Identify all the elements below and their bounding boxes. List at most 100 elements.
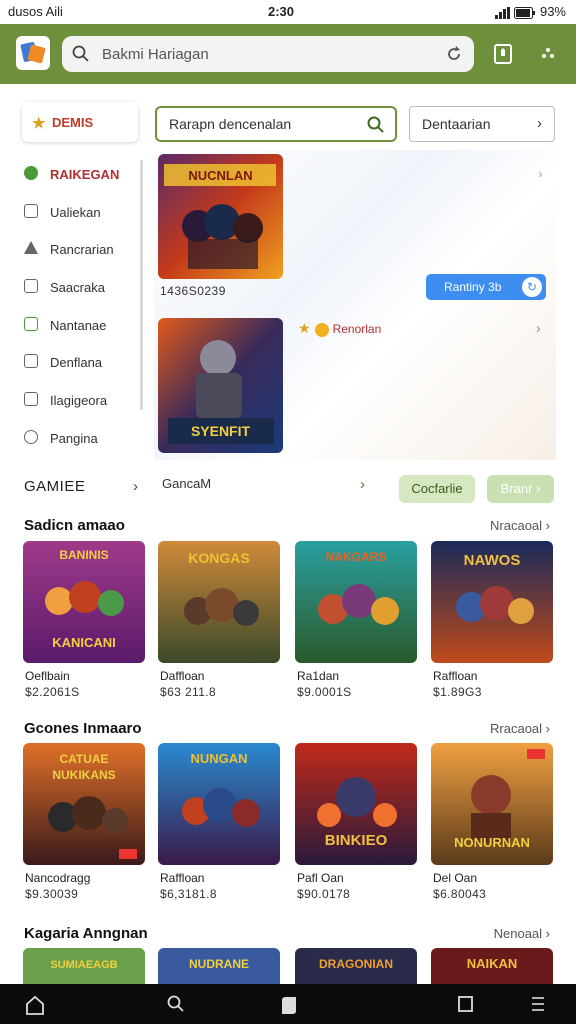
filter-search-field[interactable]: Rarapn dencenalan <box>155 106 397 142</box>
featured-action-label: Rantiny 3b <box>444 280 502 294</box>
filter-search-text: Rarapn dencenalan <box>169 116 292 132</box>
sidebar-item-ilagigeora[interactable]: Ilagigeora <box>14 382 142 420</box>
sidebar-header-label: DEMIS <box>52 115 94 130</box>
square-icon <box>24 392 38 407</box>
sidebar-header[interactable]: ★ DEMIS <box>22 102 138 142</box>
section-more-3[interactable]: Nenoaal › <box>494 926 550 941</box>
sidebar-item-label: Saacraka <box>50 280 105 296</box>
chevron-right-icon[interactable]: › <box>538 165 543 181</box>
section-more-label: Nenoaal <box>493 926 543 941</box>
refresh-icon[interactable] <box>444 44 464 64</box>
sidebar-item-label: Rancrarian <box>50 242 114 258</box>
games-category-row[interactable]: GAMIEE › <box>14 470 142 506</box>
featured-game-thumb-2[interactable]: SYENFIT <box>158 318 283 453</box>
search-icon[interactable] <box>367 116 385 134</box>
sidebar-item-label: Denflana <box>50 355 103 371</box>
section-title-3: Kagaria Anngnan <box>24 925 148 942</box>
featured-thumb-2-banner: SYENFIT <box>191 423 251 439</box>
system-nav-bar <box>0 984 576 1024</box>
primary-green-button[interactable]: Cocfarlie <box>399 475 475 503</box>
app-logo[interactable] <box>16 36 50 70</box>
sidebar: ★ DEMIS RAIKEGAN Ualiekan Rancrarian Saa… <box>14 98 142 462</box>
game-card[interactable]: SUMIAEAGB <box>23 948 145 984</box>
card-thumb-banner: NAKGARS <box>326 550 387 564</box>
featured-thumb-1-banner: NUCNLAN <box>188 168 252 183</box>
game-card-name: Oeflbain <box>25 669 70 683</box>
game-card-price: $1.89G3 <box>433 685 482 699</box>
search-bar[interactable] <box>62 36 474 72</box>
sidebar-item-pangina[interactable]: Pangina <box>14 420 142 458</box>
card-thumb-banner: DRAGONIAN <box>319 957 393 971</box>
menu-icon[interactable] <box>530 994 546 1014</box>
game-card[interactable]: NUNGAN Raffloan $6,3181.8 <box>158 743 280 907</box>
game-card[interactable]: NAKGARS Ra1dan $9.0001S <box>295 541 417 705</box>
game-card-name: Daffloan <box>160 669 205 683</box>
sidebar-item-rancrarian[interactable]: Rancrarian <box>14 231 142 269</box>
chevron-right-icon: › <box>133 478 138 495</box>
game-card[interactable]: DRAGONIAN <box>295 948 417 984</box>
game-card[interactable]: BANINIS KANICANI Oeflbain $2.2061S <box>23 541 145 705</box>
status-bar: dusos Aili 2:30 93% <box>0 0 576 24</box>
app-header <box>0 24 576 84</box>
card-thumb-banner: KANICANI <box>52 635 116 650</box>
refresh-icon: ↻ <box>522 277 542 297</box>
square-icon <box>24 279 38 294</box>
sidebar-scrollbar[interactable] <box>140 160 143 410</box>
sidebar-list: RAIKEGAN Ualiekan Rancrarian Saacraka Na… <box>14 156 142 458</box>
game-card-price: $9.0001S <box>297 685 352 699</box>
sidebar-item-ualiekan[interactable]: Ualiekan <box>14 194 142 232</box>
overview-icon[interactable] <box>278 994 300 1016</box>
recents-icon[interactable] <box>456 994 476 1014</box>
card-thumb-banner: NUDRANE <box>189 957 249 971</box>
game-card[interactable]: KONGAS Daffloan $63 211.8 <box>158 541 280 705</box>
sidebar-item-label: Ualiekan <box>50 204 101 220</box>
featured-game-thumb-1[interactable]: NUCNLAN <box>158 154 283 279</box>
featured-action-button[interactable]: Rantiny 3b ↻ <box>426 274 546 300</box>
game-card[interactable]: NUDRANE <box>158 948 280 984</box>
game-card[interactable]: CATUAE NUKIKANS Nancodragg $9.30039 <box>23 743 145 907</box>
chevron-right-icon[interactable]: › <box>360 476 365 493</box>
card-thumb-banner: BANINIS <box>59 548 108 562</box>
game-card[interactable]: NONURNAN Del Oan $6.80043 <box>431 743 553 907</box>
gear-icon <box>24 429 38 444</box>
square-icon <box>24 354 38 369</box>
sidebar-item-nantanae[interactable]: Nantanae <box>14 307 142 345</box>
card-thumb-banner: NUKIKANS <box>52 768 115 782</box>
game-card-name: Ra1dan <box>297 669 340 683</box>
star-icon: ★ <box>32 115 46 132</box>
game-card-price: $9.30039 <box>25 887 79 901</box>
filter-dropdown[interactable]: Dentaarian › <box>409 106 555 142</box>
game-card[interactable]: BINKIEO Pafl Oan $90.0178 <box>295 743 417 907</box>
card-thumb-banner: NAWOS <box>464 552 521 569</box>
chevron-right-icon[interactable]: › <box>536 320 541 336</box>
game-card[interactable]: NAIKAN <box>431 948 553 984</box>
bookmark-icon[interactable] <box>491 42 515 66</box>
battery-icon <box>514 6 536 19</box>
card-thumb-banner: BINKIEO <box>325 832 388 849</box>
sidebar-item-raikegan[interactable]: RAIKEGAN <box>14 156 142 194</box>
home-icon[interactable] <box>24 994 46 1016</box>
game-card-price: $6.80043 <box>433 887 487 901</box>
game-card-name: Raffloan <box>433 669 478 683</box>
sidebar-item-denflana[interactable]: Denflana <box>14 344 142 382</box>
game-card-name: Nancodragg <box>25 871 91 885</box>
featured-rating-row: ★ Renorlan <box>298 320 381 337</box>
search-icon[interactable] <box>166 994 186 1014</box>
game-center-label[interactable]: GancaM <box>162 476 211 491</box>
game-card-price: $63 211.8 <box>160 685 217 699</box>
section-title-2: Gcones Inmaaro <box>24 720 142 737</box>
signal-icon <box>494 6 510 19</box>
square-icon <box>24 203 38 218</box>
section-more-1[interactable]: Nracaoal › <box>490 518 550 533</box>
status-carrier: dusos Aili <box>8 4 63 19</box>
card-thumb-banner: CATUAE <box>59 752 108 766</box>
secondary-green-button[interactable]: Branr › <box>487 475 554 503</box>
more-icon[interactable] <box>536 42 560 66</box>
game-card[interactable]: NAWOS Raffloan $1.89G3 <box>431 541 553 705</box>
card-thumb-banner: NONURNAN <box>454 835 530 850</box>
sidebar-item-label: Ilagigeora <box>50 393 108 409</box>
games-label: GAMIEE <box>24 478 86 495</box>
sidebar-item-saacraka[interactable]: Saacraka <box>14 269 142 307</box>
search-input[interactable] <box>102 42 432 66</box>
section-more-2[interactable]: Rracaoal › <box>490 721 550 736</box>
